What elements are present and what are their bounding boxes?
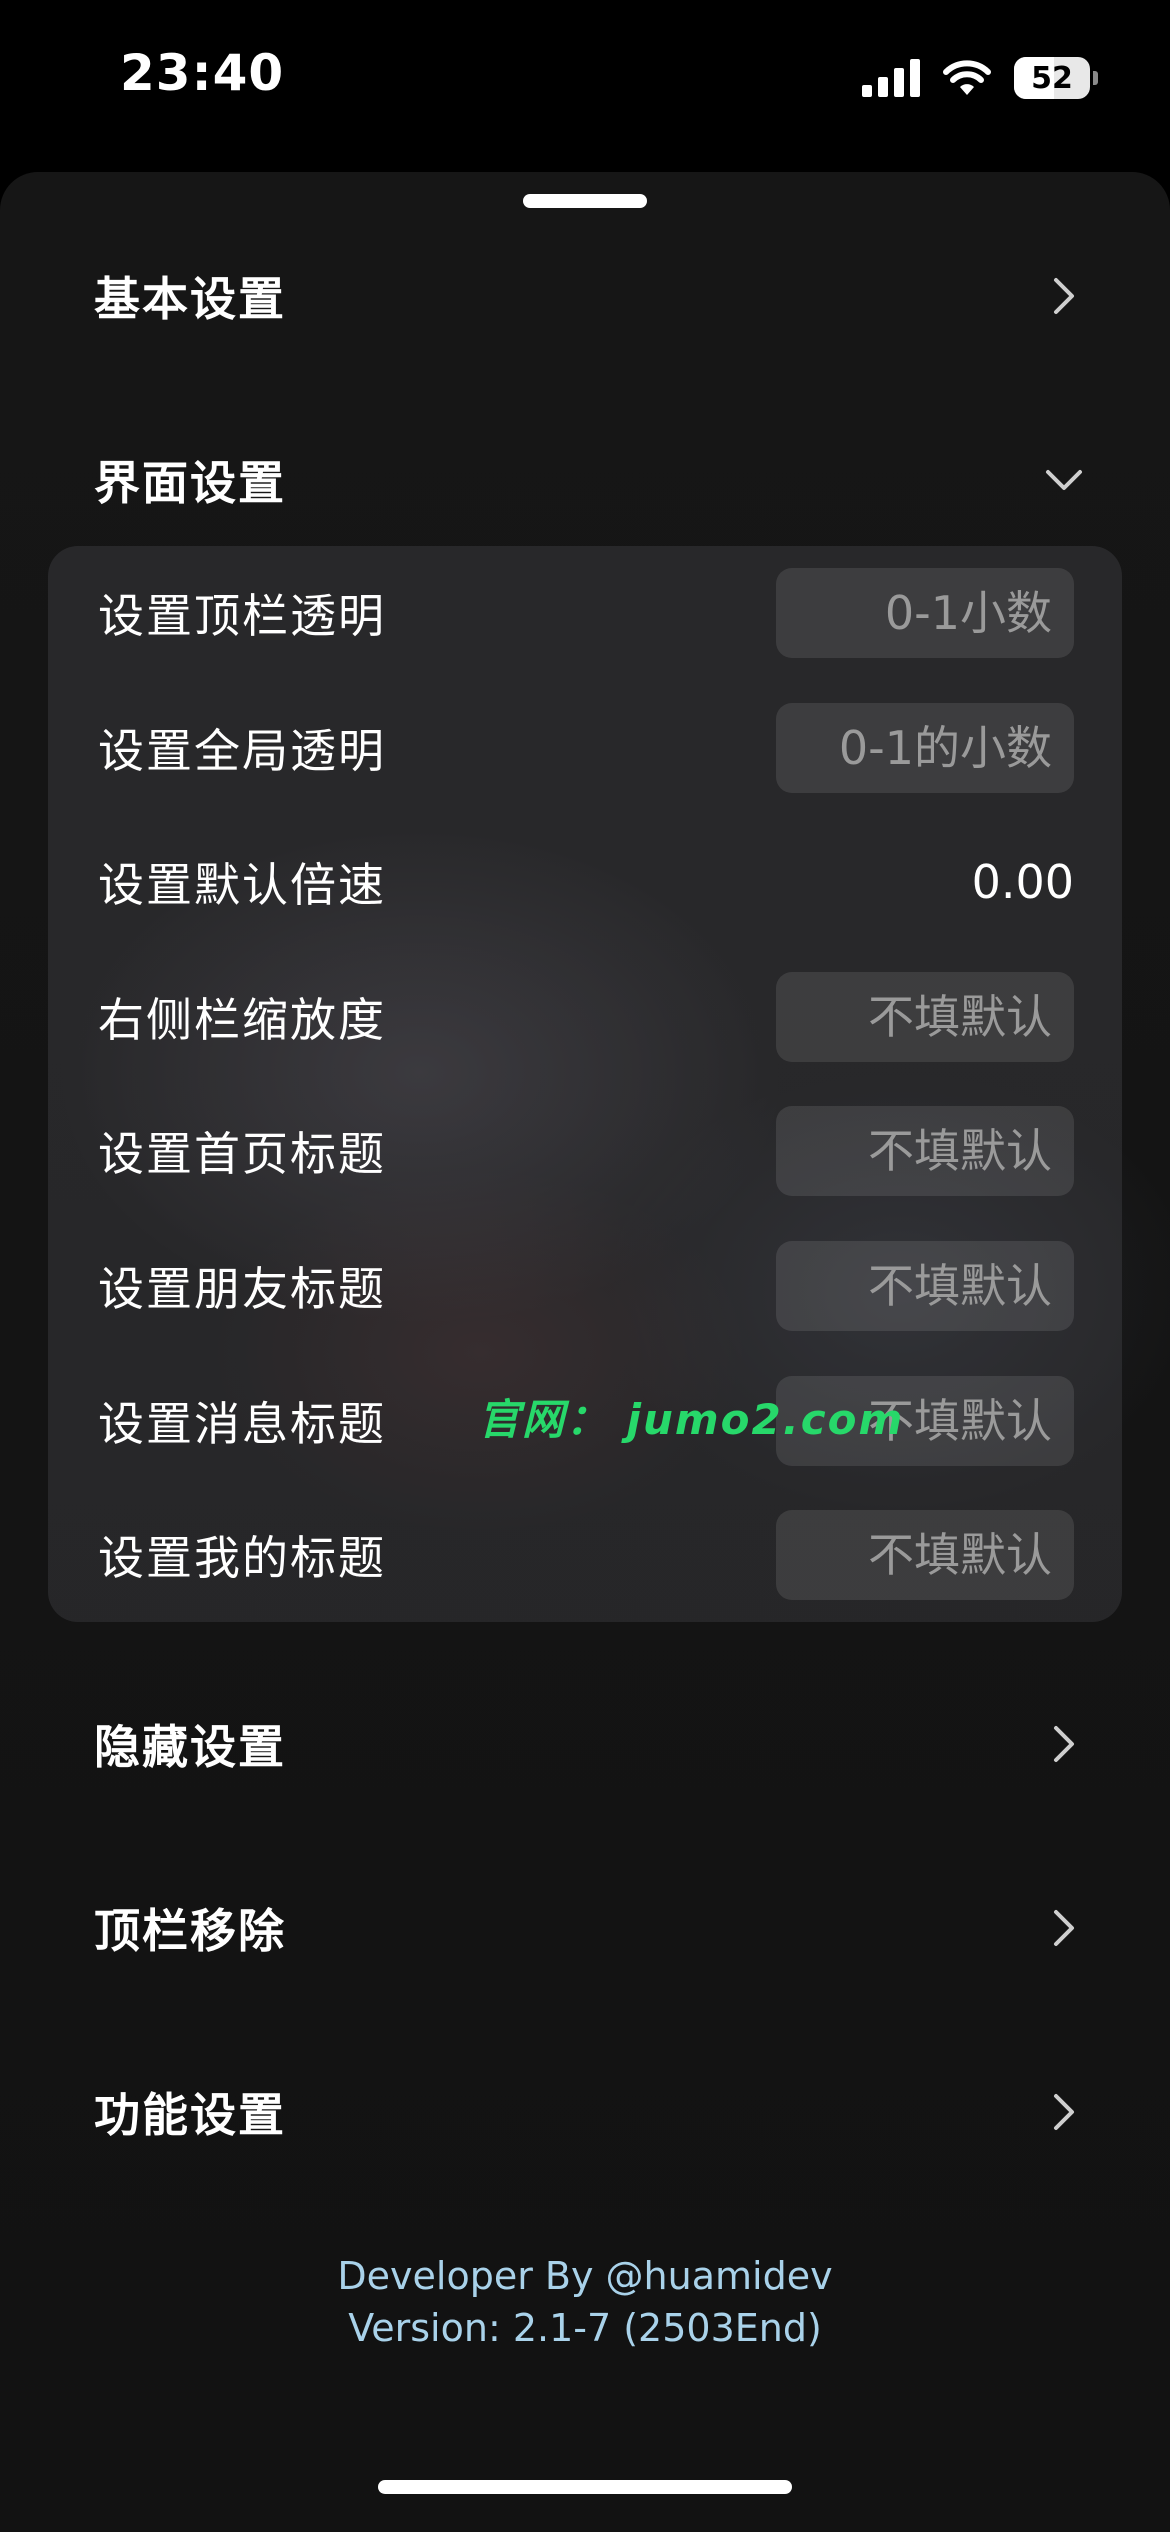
developer-credit: Developer By @huamidev [337, 2254, 833, 2298]
status-icons: 52 [862, 50, 1098, 106]
field-label: 设置我的标题 [98, 1531, 386, 1585]
battery-level: 52 [1031, 60, 1073, 96]
field-row-topbar-opacity: 设置顶栏透明 [98, 568, 1074, 658]
chevron-right-icon [1044, 1908, 1084, 1948]
home-title-input[interactable] [776, 1106, 1074, 1196]
field-label: 设置默认倍速 [98, 858, 386, 912]
field-label: 设置首页标题 [98, 1127, 386, 1181]
wifi-icon [943, 60, 991, 95]
me-title-input[interactable] [776, 1510, 1074, 1600]
field-row-sidebar-scale: 右侧栏缩放度 [98, 972, 1074, 1062]
chevron-down-icon [1044, 460, 1084, 500]
sidebar-scale-input[interactable] [776, 972, 1074, 1062]
interface-settings-panel: 设置顶栏透明 设置全局透明 设置默认倍速 0.00 右侧栏缩放度 设置首页标题 … [48, 546, 1122, 1622]
field-label: 设置全局透明 [98, 724, 386, 778]
section-hidden-settings[interactable]: 隐藏设置 [94, 1704, 1084, 1784]
section-title: 基本设置 [94, 272, 286, 326]
section-title: 顶栏移除 [94, 1904, 286, 1958]
footer: Developer By @huamidev Version: 2.1-7 (2… [0, 2250, 1170, 2354]
sheet-grabber[interactable] [523, 194, 647, 208]
field-row-home-title: 设置首页标题 [98, 1106, 1074, 1196]
field-label: 右侧栏缩放度 [98, 993, 386, 1047]
topbar-opacity-input[interactable] [776, 568, 1074, 658]
status-bar: 23:40 52 [0, 0, 1170, 160]
section-title: 隐藏设置 [94, 1720, 286, 1774]
section-title: 功能设置 [94, 2088, 286, 2142]
battery-icon: 52 [1014, 57, 1098, 99]
watermark: 官网： jumo2.com [478, 1395, 905, 1444]
cellular-signal-icon [862, 59, 920, 97]
status-time: 23:40 [120, 44, 285, 102]
chevron-right-icon [1044, 2092, 1084, 2132]
field-row-global-opacity: 设置全局透明 [98, 703, 1074, 793]
home-indicator[interactable] [378, 2480, 792, 2494]
version-label: Version: 2.1-7 (2503End) [348, 2306, 822, 2350]
section-title: 界面设置 [94, 456, 286, 510]
field-row-friends-title: 设置朋友标题 [98, 1241, 1074, 1331]
field-row-default-speed: 设置默认倍速 0.00 [98, 837, 1074, 927]
field-row-me-title: 设置我的标题 [98, 1510, 1074, 1600]
section-interface-settings[interactable]: 界面设置 [94, 440, 1084, 520]
global-opacity-input[interactable] [776, 703, 1074, 793]
section-basic-settings[interactable]: 基本设置 [94, 256, 1084, 336]
field-label: 设置顶栏透明 [98, 589, 386, 643]
chevron-right-icon [1044, 276, 1084, 316]
settings-sheet: 基本设置 界面设置 设置顶栏透明 设置全局透明 设置默认倍速 0.00 右侧栏缩… [0, 172, 1170, 2532]
friends-title-input[interactable] [776, 1241, 1074, 1331]
field-label: 设置朋友标题 [98, 1262, 386, 1316]
field-label: 设置消息标题 [98, 1397, 386, 1451]
section-topbar-remove[interactable]: 顶栏移除 [94, 1888, 1084, 1968]
default-speed-value[interactable]: 0.00 [776, 855, 1074, 909]
section-feature-settings[interactable]: 功能设置 [94, 2072, 1084, 2152]
chevron-right-icon [1044, 1724, 1084, 1764]
